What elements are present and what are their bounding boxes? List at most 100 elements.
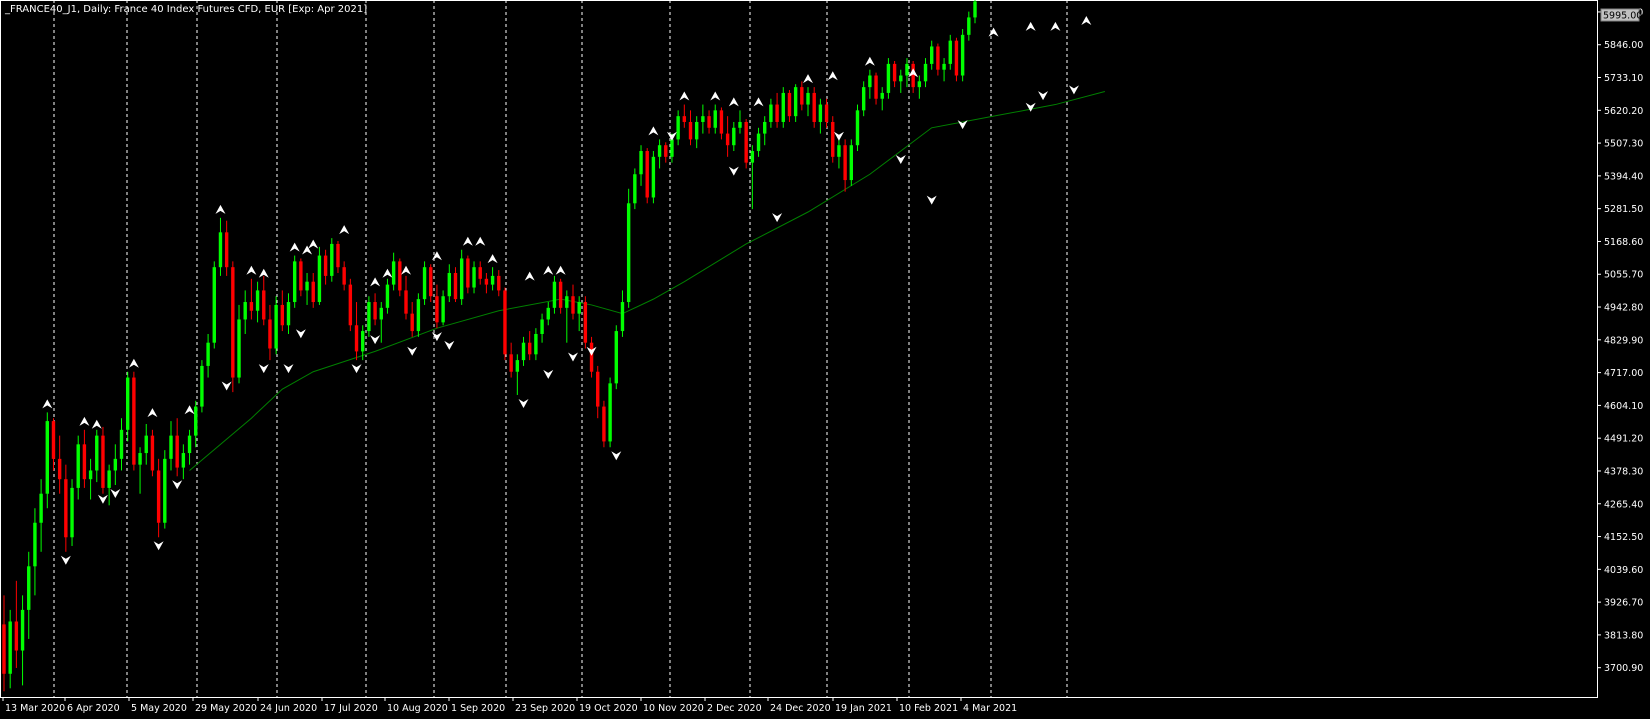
y-tick-label-15: 4265.40	[1604, 499, 1643, 510]
candle-53	[330, 238, 334, 282]
y-tick-label-6: 5281.50	[1604, 204, 1643, 215]
candle-26	[163, 450, 167, 529]
candle-63	[391, 252, 396, 291]
candle-body-136	[843, 145, 847, 181]
candle-body-17	[107, 470, 111, 488]
candle-130	[806, 87, 810, 117]
candle-body-61	[379, 307, 383, 320]
candle-body-143	[886, 63, 891, 93]
fractal-down-1	[97, 494, 108, 504]
fractal-down-26	[1025, 102, 1036, 112]
candle-144	[892, 60, 897, 88]
candle-body-132	[818, 104, 823, 122]
candle-85	[527, 331, 532, 361]
fractal-up-22	[555, 265, 566, 275]
candle-127	[787, 90, 792, 122]
candle-76	[472, 261, 476, 294]
candle-body-0	[2, 624, 6, 674]
fractal-up-1	[79, 416, 90, 426]
y-tick-label-16: 4152.50	[1604, 532, 1643, 543]
candle-body-59	[367, 302, 371, 332]
candle-body-62	[385, 284, 390, 308]
candle-body-21	[132, 377, 136, 465]
fractal-up-15	[401, 265, 412, 275]
candle-body-73	[453, 272, 458, 300]
candle-body-18	[113, 458, 118, 471]
candle-body-44	[274, 304, 278, 349]
candle-13	[82, 429, 87, 488]
x-tick-label-12: 24 Dec 2020	[770, 703, 831, 714]
candle-body-6	[39, 493, 43, 523]
candle-2	[14, 580, 19, 668]
candle-body-137	[849, 145, 854, 181]
candle-body-104	[645, 151, 649, 198]
candle-57	[354, 302, 359, 361]
current-price-tag: 5995.00	[1600, 8, 1642, 22]
candle-body-78	[484, 278, 489, 285]
fractal-up-29	[827, 71, 838, 81]
candle-body-64	[398, 261, 402, 291]
candle-34	[212, 261, 216, 349]
candle-body-98	[608, 383, 612, 442]
candle-45	[280, 290, 285, 332]
candle-109	[676, 110, 680, 146]
candle-46	[286, 293, 291, 334]
fractal-up-23	[648, 126, 659, 136]
candle-25	[156, 458, 161, 538]
candle-60	[373, 293, 377, 326]
candle-body-128	[793, 87, 798, 117]
candle-body-50	[311, 281, 315, 303]
fractal-up-17	[462, 236, 473, 246]
candle-136	[843, 139, 847, 192]
candle-body-30	[187, 435, 192, 454]
candle-body-35	[218, 232, 223, 268]
y-tick-label-1: 5846.00	[1604, 40, 1643, 51]
fractal-up-6	[215, 204, 226, 214]
fractal-up-32	[988, 27, 999, 37]
candle-body-46	[286, 302, 291, 326]
candle-body-36	[224, 232, 229, 268]
candle-body-152	[942, 63, 946, 70]
x-tick-label-14: 10 Feb 2021	[899, 703, 958, 714]
candle-body-148	[917, 81, 922, 88]
candle-153	[948, 34, 952, 70]
candle-119	[738, 110, 742, 134]
y-tick-label-9: 4942.80	[1604, 303, 1643, 314]
candle-43	[268, 304, 272, 361]
candlestick-chart[interactable]: 5958.905846.005733.105620.205507.305394.…	[0, 0, 1650, 719]
candle-body-58	[361, 331, 365, 352]
candle-42	[262, 275, 266, 326]
candle-114	[707, 110, 711, 134]
chart-window[interactable]: 5958.905846.005733.105620.205507.305394.…	[0, 0, 1650, 719]
candle-54	[336, 241, 340, 273]
candle-body-154	[954, 40, 959, 76]
candle-100	[620, 290, 625, 337]
candle-104	[645, 148, 649, 204]
fractal-up-24	[679, 91, 690, 101]
candle-body-27	[169, 435, 173, 459]
candle-65	[404, 275, 408, 320]
fractal-down-11	[407, 346, 418, 356]
candle-body-70	[435, 296, 439, 323]
candle-66	[410, 302, 414, 337]
candle-body-34	[212, 267, 216, 343]
candle-48	[299, 258, 303, 297]
candle-44	[274, 296, 278, 355]
candle-137	[849, 139, 854, 186]
candle-body-110	[682, 116, 687, 122]
candle-body-12	[76, 444, 80, 488]
candle-52	[323, 249, 328, 285]
candle-50	[311, 272, 315, 308]
candle-41	[255, 281, 260, 323]
candle-138	[855, 104, 860, 152]
candle-5	[33, 508, 37, 596]
candle-body-60	[373, 302, 377, 320]
candle-74	[459, 249, 464, 305]
candle-body-7	[45, 421, 49, 494]
candle-body-94	[583, 302, 588, 343]
fractal-down-8	[295, 329, 306, 339]
candle-147	[911, 60, 915, 93]
candle-122	[756, 127, 761, 157]
candle-29	[181, 444, 186, 480]
candle-body-133	[824, 104, 829, 122]
